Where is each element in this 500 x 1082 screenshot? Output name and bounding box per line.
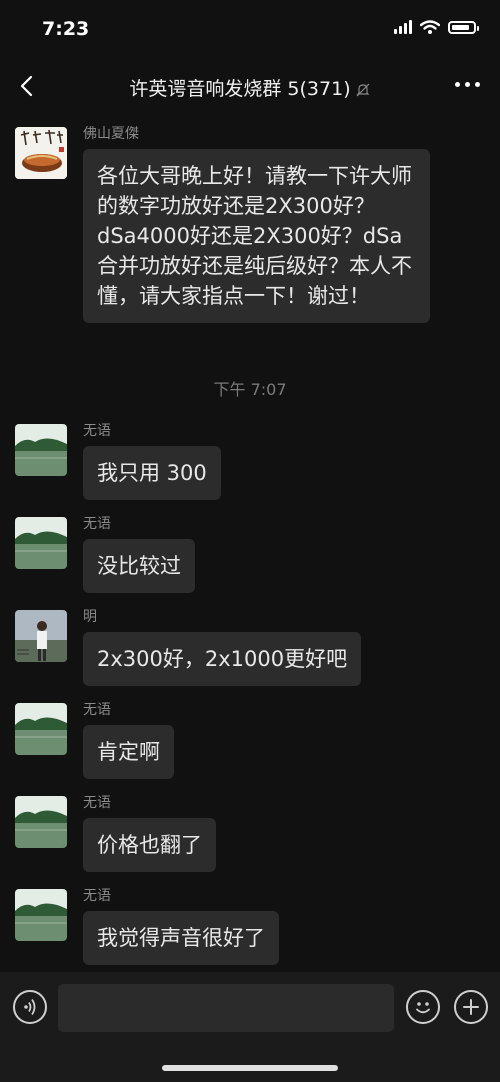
sender-name: 佛山夏傑 — [83, 126, 139, 142]
mute-bell-icon — [356, 83, 370, 96]
lake-avatar-icon[interactable] — [15, 796, 67, 848]
sender-name: 无语 — [83, 888, 111, 904]
message-bubble[interactable]: 价格也翻了 — [83, 818, 216, 872]
more-dot-icon — [465, 82, 470, 87]
message-bubble[interactable]: 2x300好，2x1000更好吧 — [83, 632, 362, 686]
message-bubble[interactable]: 我觉得声音很好了 — [83, 911, 279, 965]
plus-icon — [463, 999, 479, 1015]
voice-button[interactable] — [13, 990, 47, 1024]
more-functions-button[interactable] — [454, 990, 488, 1024]
message-bubble[interactable]: 没比较过 — [83, 539, 195, 593]
more-dot-icon — [475, 82, 480, 87]
calligraphy-avatar-icon[interactable] — [15, 127, 67, 179]
time-separator: 下午 7:07 — [213, 380, 287, 399]
battery-level — [452, 24, 469, 30]
emoji-icon — [416, 1002, 430, 1014]
nav-bar: 许英谔音响发烧群 5(371) — [0, 60, 500, 110]
status-bar: 7:23 — [0, 0, 500, 60]
home-indicator[interactable] — [162, 1065, 338, 1071]
status-time: 7:23 — [42, 18, 90, 40]
message-bubble[interactable]: 我只用 300 — [83, 446, 221, 500]
sender-name: 无语 — [83, 516, 111, 532]
wifi-icon — [420, 20, 440, 34]
message-bubble[interactable]: 各位大哥晚上好！请教一下许大师的数字功放好还是2X300好？dSa4000好还是… — [83, 149, 430, 323]
chat-title-wrap: 许英谔音响发烧群 5(371) — [0, 74, 500, 101]
emoji-button[interactable] — [406, 990, 440, 1024]
status-icons — [394, 20, 479, 34]
person-avatar-icon[interactable] — [15, 610, 67, 662]
lake-avatar-icon[interactable] — [15, 889, 67, 941]
lake-avatar-icon[interactable] — [15, 703, 67, 755]
voice-icon — [24, 999, 36, 1015]
message-bubble[interactable]: 肯定啊 — [83, 725, 174, 779]
chat-title: 许英谔音响发烧群 5(371) — [129, 78, 351, 100]
battery-icon — [448, 20, 479, 34]
sender-name: 无语 — [83, 795, 111, 811]
signal-icon — [394, 20, 412, 34]
sender-name: 无语 — [83, 702, 111, 718]
sender-name: 明 — [83, 609, 97, 625]
sender-name: 无语 — [83, 423, 111, 439]
message-input[interactable] — [58, 984, 394, 1032]
lake-avatar-icon[interactable] — [15, 424, 67, 476]
lake-avatar-icon[interactable] — [15, 517, 67, 569]
more-dot-icon — [455, 82, 460, 87]
more-button[interactable] — [455, 82, 480, 87]
chat-area[interactable]: 佛山夏傑 各位大哥晚上好！请教一下许大师的数字功放好还是2X300好？dSa40… — [0, 110, 500, 972]
